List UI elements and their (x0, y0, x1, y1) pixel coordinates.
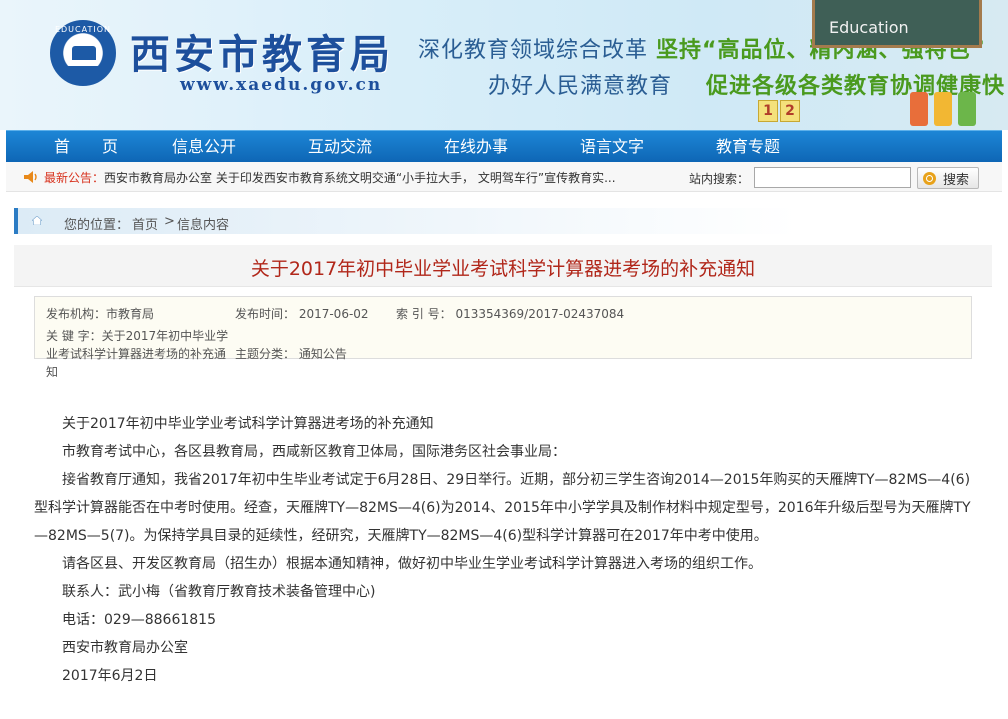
article-paragraph: 关于2017年初中毕业学业考试科学计算器进考场的补充通知 (62, 416, 434, 432)
nav-item-info-disclosure[interactable]: 信息公开 (154, 131, 254, 163)
breadcrumb-home-link[interactable]: 首页 (132, 214, 158, 233)
article-paragraph: 接省教育厅通知，我省2017年初中生毕业考试定于6月28日、29日举行。近期，部… (34, 472, 971, 544)
deco-crayon (910, 92, 928, 126)
home-icon (32, 216, 42, 225)
slogan-line2-part1: 办好人民满意教育 (488, 74, 673, 99)
article-paragraph: 请各区县、开发区教育局（招生办）根据本通知精神，做好初中毕业生学业考试科学计算器… (62, 556, 762, 572)
nav-item-language[interactable]: 语言文字 (562, 131, 662, 163)
search-button[interactable]: 搜索 (917, 167, 979, 189)
meta-keywords: 关 键 字：关于2017年初中毕业学业考试科学计算器进考场的补充通知 (46, 329, 229, 379)
article-paragraph: 市教育考试中心，各区县教育局，西咸新区教育卫体局，国际港务区社会事业局： (62, 444, 566, 460)
header-banner: EDUCATION 西安市教育局 www.xaedu.gov.cn 深化教育领域… (0, 0, 1008, 130)
site-url: www.xaedu.gov.cn (180, 75, 383, 95)
meta-category: 主题分类： 通知公告 (235, 347, 347, 361)
breadcrumb-label: 您的位置： (64, 218, 130, 233)
nav-item-online-services[interactable]: 在线办事 (426, 131, 526, 163)
search-label: 站内搜索： (689, 172, 750, 186)
main-nav: 首 页 信息公开 互动交流 在线办事 语言文字 教育专题 (6, 130, 1002, 162)
meta-publisher: 发布机构：市教育局 (46, 307, 155, 321)
search-icon (923, 172, 936, 185)
article-body: 关于2017年初中毕业学业考试科学计算器进考场的补充通知 市教育考试中心，各区县… (34, 410, 974, 690)
article-paragraph: 联系人：武小梅（省教育厅教育技术装备管理中心) (62, 584, 376, 600)
notice-label: 最新公告： (44, 171, 105, 185)
nav-item-home[interactable]: 首 页 (36, 131, 136, 163)
article-paragraph: 2017年6月2日 (62, 668, 158, 684)
slogan-line1-part1: 深化教育领域综合改革 (418, 38, 649, 63)
nav-item-interaction[interactable]: 互动交流 (290, 131, 390, 163)
article-paragraph: 西安市教育局办公室 (62, 640, 188, 656)
breadcrumb-separator: > (164, 214, 175, 229)
chalkboard: Education (812, 0, 982, 48)
search-input[interactable] (754, 167, 911, 188)
search-button-label: 搜索 (942, 172, 969, 188)
seal-text: EDUCATION (54, 25, 112, 34)
breadcrumb-current: 信息内容 (177, 218, 230, 233)
meta-date: 发布时间： 2017-06-02 (235, 307, 369, 321)
article-paragraph: 电话：029—88661815 (62, 612, 216, 628)
chalkboard-text: Education (829, 18, 909, 37)
number-block: 1 (758, 100, 778, 122)
book-icon (72, 46, 96, 60)
meta-index: 索 引 号： 013354369/2017-02437084 (396, 307, 625, 321)
nav-item-education-topics[interactable]: 教育专题 (698, 131, 798, 163)
notice-link[interactable]: 西安市教育局办公室 关于印发西安市教育系统文明交通“小手拉大手， 文明驾车行”宣… (104, 169, 616, 186)
article-meta-box: 发布机构：市教育局 发布时间： 2017-06-02 索 引 号： 013354… (34, 296, 972, 379)
site-name: 西安市教育局 (130, 31, 394, 78)
education-logo-seal: EDUCATION (50, 20, 116, 86)
deco-crayon (958, 92, 976, 126)
number-block: 2 (780, 100, 800, 122)
breadcrumb: 您的位置： 首页 > 信息内容 (14, 208, 992, 234)
seal-ribbon (66, 66, 102, 76)
title-area: 关于2017年初中毕业学业考试科学计算器进考场的补充通知 (14, 245, 992, 287)
speaker-icon (24, 171, 37, 183)
deco-crayon (934, 92, 952, 126)
notice-bar: 最新公告： 西安市教育局办公室 关于印发西安市教育系统文明交通“小手拉大手， 文… (6, 162, 1002, 192)
page-title: 关于2017年初中毕业学业考试科学计算器进考场的补充通知 (250, 258, 756, 280)
